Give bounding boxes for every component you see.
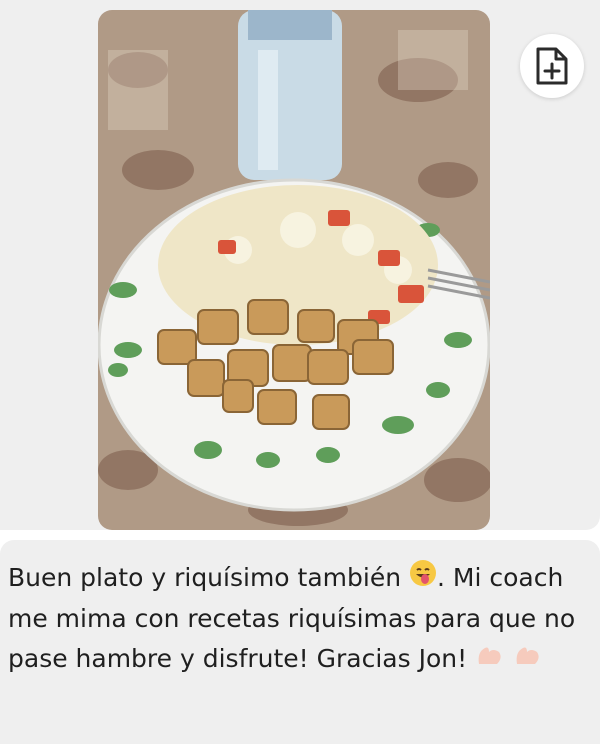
face-with-tongue-emoji [409, 559, 437, 599]
file-plus-icon [536, 47, 568, 85]
food-photo-graphic [98, 10, 490, 530]
chat-thread: Buen plato y riquísimo también . Mi coac… [0, 0, 600, 744]
food-photo[interactable] [98, 10, 490, 530]
message-text-part1: Buen plato y riquísimo también [8, 563, 410, 592]
image-message-bubble [0, 0, 600, 530]
text-message-bubble: Buen plato y riquísimo también . Mi coac… [0, 540, 600, 744]
flexed-biceps-emoji [513, 640, 543, 680]
save-to-files-button[interactable] [520, 34, 584, 98]
message-text: Buen plato y riquísimo también . Mi coac… [8, 558, 588, 680]
flexed-biceps-emoji [475, 640, 505, 680]
